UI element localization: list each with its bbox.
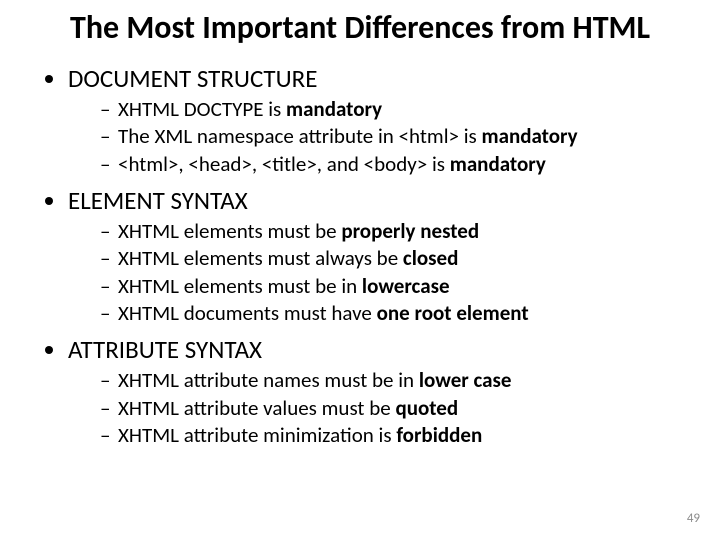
list-item: XHTML documents must have one root eleme… — [100, 300, 690, 326]
list-item: XHTML attribute names must be in lower c… — [100, 367, 690, 393]
item-bold: closed — [403, 245, 458, 271]
list-item: The XML namespace attribute in <html> is… — [100, 123, 690, 149]
sub-list: XHTML elements must be properly nested X… — [68, 218, 690, 326]
list-item: XHTML attribute values must be quoted — [100, 395, 690, 421]
item-bold: mandatory — [482, 123, 578, 149]
item-text: The XML namespace attribute in <html> is — [118, 123, 482, 149]
section-heading-text: ATTRIBUTE SYNTAX — [68, 334, 262, 365]
item-bold: mandatory — [450, 151, 546, 177]
sub-list: XHTML attribute names must be in lower c… — [68, 367, 690, 448]
item-bold: properly nested — [341, 218, 479, 244]
section-heading: ELEMENT SYNTAX XHTML elements must be pr… — [68, 185, 690, 326]
item-text: XHTML elements must always be — [118, 245, 403, 271]
item-bold: lower case — [419, 367, 512, 393]
item-text: XHTML attribute names must be in — [118, 367, 419, 393]
section-heading-text: ELEMENT SYNTAX — [68, 185, 248, 216]
list-item: XHTML elements must be in lowercase — [100, 273, 690, 299]
slide-title: The Most Important Differences from HTML — [30, 10, 690, 47]
item-text: <html>, <head>, <title>, and <body> is — [118, 151, 450, 177]
bullet-list-top: DOCUMENT STRUCTURE XHTML DOCTYPE is mand… — [38, 63, 690, 448]
list-item: XHTML elements must be properly nested — [100, 218, 690, 244]
item-bold: lowercase — [362, 273, 450, 299]
item-text: XHTML DOCTYPE is — [118, 96, 286, 122]
item-bold: forbidden — [396, 422, 482, 448]
item-bold: mandatory — [286, 96, 382, 122]
list-item: XHTML attribute minimization is forbidde… — [100, 422, 690, 448]
item-text: XHTML elements must be — [118, 218, 341, 244]
item-text: XHTML elements must be in — [118, 273, 362, 299]
item-bold: quoted — [395, 395, 458, 421]
list-item: <html>, <head>, <title>, and <body> is m… — [100, 151, 690, 177]
item-text: XHTML attribute values must be — [118, 395, 395, 421]
item-bold: one root element — [377, 300, 529, 326]
item-text: XHTML attribute minimization is — [118, 422, 396, 448]
page-number: 49 — [687, 511, 700, 526]
item-text: XHTML documents must have — [118, 300, 377, 326]
list-item: XHTML elements must always be closed — [100, 245, 690, 271]
section-heading-text: DOCUMENT STRUCTURE — [68, 63, 317, 94]
list-item: XHTML DOCTYPE is mandatory — [100, 96, 690, 122]
section-heading: DOCUMENT STRUCTURE XHTML DOCTYPE is mand… — [68, 63, 690, 177]
section-heading: ATTRIBUTE SYNTAX XHTML attribute names m… — [68, 334, 690, 448]
slide: The Most Important Differences from HTML… — [0, 0, 720, 540]
sub-list: XHTML DOCTYPE is mandatory The XML names… — [68, 96, 690, 177]
